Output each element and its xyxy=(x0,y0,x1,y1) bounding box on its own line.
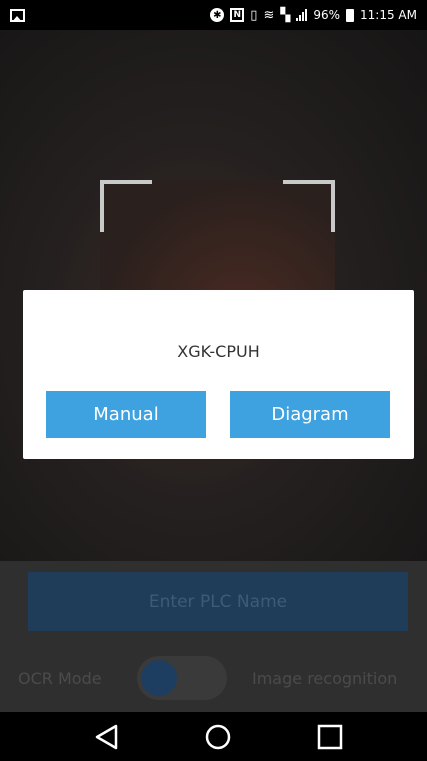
vibrate-icon: ▯ xyxy=(250,7,258,23)
clock: 11:15 AM xyxy=(360,8,417,22)
scan-corner-top-right xyxy=(283,180,335,232)
wifi-icon: ≋ xyxy=(263,7,275,23)
home-icon[interactable] xyxy=(205,724,231,750)
manual-button[interactable]: Manual xyxy=(46,391,206,438)
battery-icon xyxy=(346,8,355,22)
dialog-title: XGK-CPUH xyxy=(177,342,260,361)
ocr-mode-label: OCR Mode xyxy=(18,669,102,688)
status-right: ✱ N ▯ ≋ ▚ 96% 11:15 AM xyxy=(210,8,417,23)
battery-percent: 96% xyxy=(313,8,341,22)
signal-icon xyxy=(296,9,308,21)
control-panel: Enter PLC Name OCR Mode Image recognitio… xyxy=(0,561,427,712)
result-dialog: XGK-CPUH Manual Diagram xyxy=(23,290,414,459)
nav-bar xyxy=(0,712,427,761)
image-recognition-label: Image recognition xyxy=(252,669,398,688)
diagram-button[interactable]: Diagram xyxy=(230,391,390,438)
plc-name-input[interactable]: Enter PLC Name xyxy=(28,572,408,631)
toggle-knob[interactable] xyxy=(141,660,177,696)
status-bar: ✱ N ▯ ≋ ▚ 96% 11:15 AM xyxy=(0,0,427,30)
back-icon[interactable] xyxy=(94,724,120,750)
mode-toggle[interactable] xyxy=(137,656,227,700)
scan-corner-top-left xyxy=(100,180,152,232)
nfc-icon: N xyxy=(230,8,245,22)
bluetooth-icon: ✱ xyxy=(210,8,225,22)
status-left xyxy=(10,8,25,22)
gallery-icon xyxy=(10,8,25,22)
recent-apps-icon[interactable] xyxy=(317,724,343,750)
no-sim-icon: ▚ xyxy=(280,7,291,23)
